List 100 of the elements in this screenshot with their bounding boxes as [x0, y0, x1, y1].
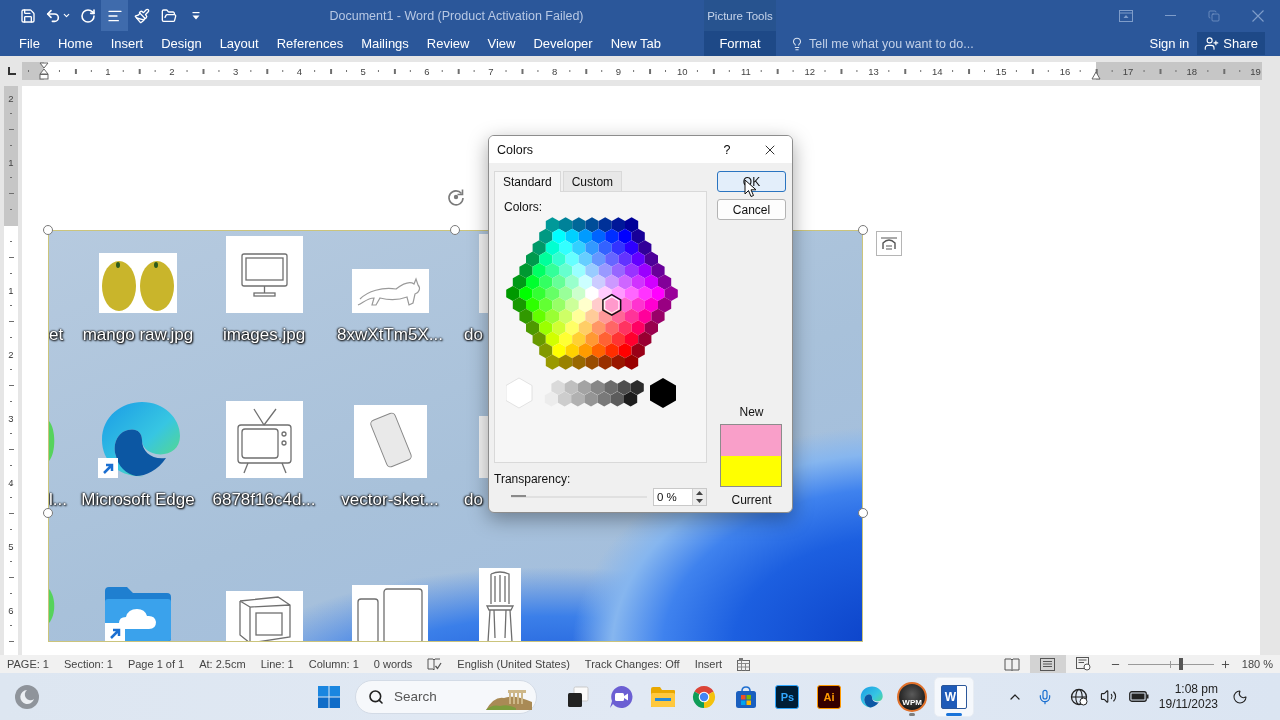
- color-cell[interactable]: [598, 331, 612, 347]
- color-cell[interactable]: [611, 240, 625, 256]
- color-cell[interactable]: [585, 308, 599, 324]
- color-cell[interactable]: [564, 379, 578, 396]
- color-cell[interactable]: [545, 354, 559, 370]
- color-cell[interactable]: [526, 274, 540, 290]
- ribbon-tab[interactable]: Format: [704, 31, 776, 56]
- color-cell[interactable]: [545, 331, 559, 347]
- color-cell[interactable]: [545, 285, 559, 302]
- color-cell[interactable]: [598, 354, 612, 370]
- color-cell[interactable]: [638, 308, 652, 324]
- color-cell[interactable]: [592, 274, 606, 290]
- color-cell[interactable]: [559, 331, 573, 347]
- color-cell[interactable]: [572, 331, 586, 347]
- color-cell[interactable]: [611, 263, 625, 279]
- color-cell[interactable]: [631, 274, 645, 290]
- color-cell[interactable]: [591, 379, 605, 396]
- color-cell[interactable]: [539, 274, 553, 290]
- color-cell[interactable]: [532, 331, 546, 347]
- color-cell[interactable]: [604, 379, 618, 396]
- color-cell[interactable]: [544, 391, 558, 407]
- color-cell[interactable]: [651, 308, 665, 324]
- sign-in-link[interactable]: Sign in: [1149, 36, 1190, 51]
- color-cell[interactable]: [598, 217, 612, 233]
- color-cell[interactable]: [565, 297, 579, 313]
- color-cell[interactable]: [618, 228, 632, 244]
- color-cell[interactable]: [552, 320, 566, 336]
- color-cell[interactable]: [572, 308, 586, 324]
- color-cell[interactable]: [572, 263, 586, 279]
- color-cell[interactable]: [585, 240, 599, 256]
- color-cell[interactable]: [512, 274, 526, 290]
- ribbon-tab[interactable]: New Tab: [601, 31, 671, 56]
- taskbar-app-button[interactable]: Ps: [767, 676, 808, 717]
- share-button[interactable]: Share: [1197, 32, 1265, 55]
- rotate-handle-icon[interactable]: [446, 187, 466, 207]
- color-cell[interactable]: [598, 263, 612, 279]
- taskbar-search-box[interactable]: Search: [355, 679, 537, 714]
- resize-handle[interactable]: [858, 508, 868, 518]
- color-cell[interactable]: [592, 251, 606, 267]
- color-cell[interactable]: [539, 251, 553, 267]
- color-cell[interactable]: [559, 308, 573, 324]
- align-left-button[interactable]: [101, 0, 128, 31]
- color-cell[interactable]: [631, 343, 645, 359]
- color-cell[interactable]: [572, 354, 586, 370]
- color-cell[interactable]: [625, 308, 639, 324]
- percent-input[interactable]: 0 %: [654, 489, 692, 505]
- color-cell[interactable]: [532, 263, 546, 279]
- color-cell[interactable]: [625, 354, 639, 370]
- color-cell[interactable]: [584, 391, 598, 407]
- color-cell[interactable]: [644, 274, 658, 290]
- color-cell[interactable]: [631, 320, 645, 336]
- color-cell[interactable]: [658, 274, 672, 290]
- color-cell[interactable]: [605, 251, 619, 267]
- color-cell[interactable]: [611, 331, 625, 347]
- color-cell[interactable]: [638, 285, 652, 302]
- ribbon-tab[interactable]: Developer: [524, 31, 602, 56]
- color-cell[interactable]: [526, 251, 540, 267]
- color-cell[interactable]: [650, 378, 676, 408]
- ribbon-tab[interactable]: Design: [152, 31, 211, 56]
- color-cell[interactable]: [592, 320, 606, 336]
- color-cell[interactable]: [631, 297, 645, 313]
- color-cell[interactable]: [558, 391, 572, 407]
- color-cell[interactable]: [638, 331, 652, 347]
- language-status[interactable]: English (United States): [457, 658, 570, 670]
- resize-handle[interactable]: [450, 225, 460, 235]
- help-button[interactable]: ?: [712, 136, 742, 163]
- color-cell[interactable]: [638, 240, 652, 256]
- color-cell[interactable]: [644, 297, 658, 313]
- cancel-button[interactable]: Cancel: [717, 199, 786, 220]
- color-cell[interactable]: [638, 263, 652, 279]
- ribbon-tab[interactable]: References: [267, 31, 353, 56]
- color-cell[interactable]: [552, 251, 566, 267]
- color-cell[interactable]: [565, 228, 579, 244]
- color-cell[interactable]: [578, 320, 592, 336]
- color-cell[interactable]: [651, 263, 665, 279]
- color-cell[interactable]: [664, 285, 678, 302]
- ribbon-tab[interactable]: File: [10, 31, 49, 56]
- color-cell[interactable]: [592, 343, 606, 359]
- tell-me-field[interactable]: Tell me what you want to do...: [809, 36, 989, 51]
- color-cell[interactable]: [618, 320, 632, 336]
- dialog-tab[interactable]: Custom: [562, 171, 623, 191]
- color-cell[interactable]: [611, 217, 625, 233]
- color-cell[interactable]: [618, 251, 632, 267]
- color-cell[interactable]: [578, 274, 592, 290]
- zoom-level-text[interactable]: 180 %: [1241, 658, 1273, 670]
- color-cell[interactable]: [577, 379, 591, 396]
- color-cell[interactable]: [545, 217, 559, 233]
- color-cell[interactable]: [572, 240, 586, 256]
- color-cell[interactable]: [552, 274, 566, 290]
- color-cell[interactable]: [539, 320, 553, 336]
- color-cell[interactable]: [625, 217, 639, 233]
- color-cell[interactable]: [532, 285, 546, 302]
- color-cell[interactable]: [611, 354, 625, 370]
- color-cell[interactable]: [526, 320, 540, 336]
- color-cell[interactable]: [658, 297, 672, 313]
- color-cell[interactable]: [618, 274, 632, 290]
- color-cell[interactable]: [618, 343, 632, 359]
- proofing-icon[interactable]: [427, 657, 443, 671]
- color-cell[interactable]: [506, 285, 520, 302]
- right-indent-marker-icon[interactable]: [1091, 71, 1101, 80]
